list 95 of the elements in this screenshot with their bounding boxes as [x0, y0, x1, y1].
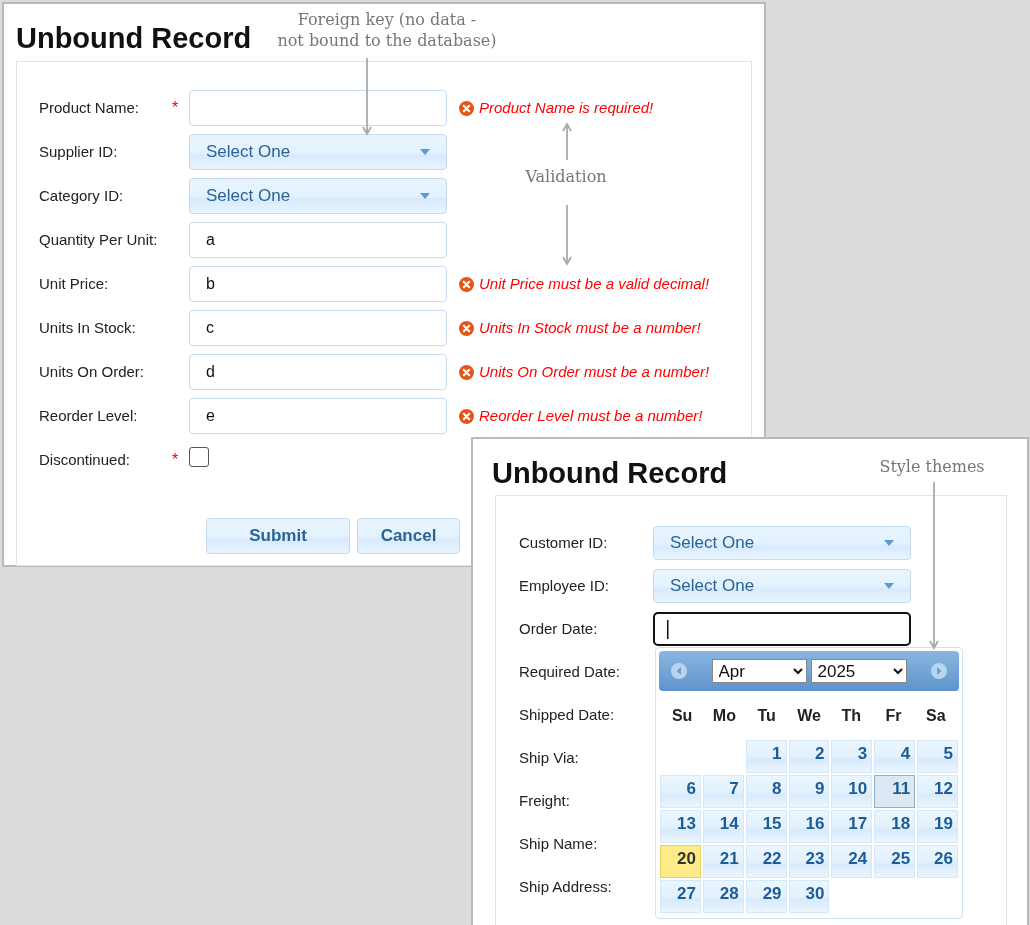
calendar-day[interactable]: 6: [660, 775, 701, 808]
calendar-day[interactable]: 13: [660, 810, 701, 843]
caret-icon: [420, 149, 430, 155]
calendar-day[interactable]: 10: [831, 775, 873, 808]
calendar-day[interactable]: 9: [788, 775, 830, 808]
annotation-arrow: [562, 124, 572, 160]
field-label: Quantity Per Unit:: [39, 229, 159, 250]
calendar-day[interactable]: 11: [874, 775, 916, 808]
calendar-day[interactable]: 12: [917, 775, 958, 808]
field-label: Reorder Level:: [39, 405, 139, 426]
caret-icon: [420, 193, 430, 199]
checkbox[interactable]: [189, 446, 209, 467]
field-label: Ship Address:: [519, 876, 613, 897]
field-label: Supplier ID:: [39, 141, 119, 162]
text-field[interactable]: b: [189, 266, 447, 302]
field-label: Required Date:: [519, 661, 621, 682]
annotation-arrow: [562, 205, 572, 264]
annotation-text: Validation: [524, 167, 608, 188]
calendar-day[interactable]: 27: [660, 880, 701, 913]
field-label: Shipped Date:: [519, 704, 616, 725]
field-label: Ship Via:: [519, 747, 580, 768]
calendar-day[interactable]: 1: [745, 740, 787, 773]
calendar-day[interactable]: 15: [745, 810, 787, 843]
calendar-day[interactable]: 8: [745, 775, 787, 808]
field-label: Employee ID:: [519, 575, 611, 596]
caret-icon: [884, 540, 894, 546]
field-label: Category ID:: [39, 185, 125, 206]
calendar-day[interactable]: 17: [831, 810, 873, 843]
error-message: Units On Order must be a number!: [479, 361, 710, 382]
error-icon: [459, 364, 474, 380]
calendar-day[interactable]: 19: [917, 810, 958, 843]
calendar-day[interactable]: 20: [660, 845, 701, 878]
form-title: Unbound Record: [491, 456, 728, 488]
calendar-day[interactable]: 4: [874, 740, 916, 773]
weekday-label: We: [796, 705, 822, 726]
text-field[interactable]: a: [189, 222, 447, 258]
calendar-day[interactable]: 16: [788, 810, 830, 843]
calendar-day[interactable]: 14: [702, 810, 744, 843]
weekday-label: Fr: [884, 705, 903, 726]
required-mark: *: [172, 451, 179, 468]
calendar-day[interactable]: 29: [745, 880, 787, 913]
calendar-day[interactable]: 30: [788, 880, 830, 913]
text-field[interactable]: d: [189, 354, 447, 390]
calendar-day[interactable]: 2: [788, 740, 830, 773]
weekday-label: Su: [670, 705, 694, 726]
calendar-day[interactable]: 3: [831, 740, 873, 773]
weekday-label: Th: [840, 705, 863, 726]
dropdown[interactable]: Select One: [189, 134, 447, 170]
annotation-text: Foreign key (no data - not bound to the database): [276, 10, 498, 52]
weekday-label: Tu: [756, 705, 777, 726]
calendar-day[interactable]: 22: [745, 845, 787, 878]
previous-icon[interactable]: [671, 663, 687, 679]
error-message: Product Name is required!: [479, 97, 654, 118]
text-field[interactable]: [653, 612, 911, 646]
form-title: Unbound Record: [15, 21, 252, 53]
error-message: Unit Price must be a valid decimal!: [479, 273, 710, 294]
required-mark: *: [172, 99, 179, 116]
error-message: Reorder Level must be a number!: [479, 405, 703, 426]
weekday-label: Mo: [711, 705, 737, 726]
month-select[interactable]: Apr: [711, 659, 807, 683]
error-icon: [459, 408, 474, 424]
field-label: Order Date:: [519, 618, 599, 639]
text-field[interactable]: e: [189, 398, 447, 434]
caret-icon: [884, 583, 894, 589]
field-label: Ship Name:: [519, 833, 599, 854]
text-field[interactable]: c: [189, 310, 447, 346]
dropdown[interactable]: Select One: [653, 526, 911, 560]
field-label: Freight:: [519, 790, 571, 811]
calendar-day[interactable]: 28: [702, 880, 744, 913]
annotation-text: Style themes: [878, 457, 986, 478]
field-label: Discontinued:: [39, 449, 131, 470]
field-label: Customer ID:: [519, 532, 609, 553]
field-label: Unit Price:: [39, 273, 110, 294]
calendar-day[interactable]: 18: [874, 810, 916, 843]
field-label: Product Name:: [39, 97, 141, 118]
submit-button[interactable]: Submit: [206, 518, 350, 554]
calendar-day[interactable]: 21: [702, 845, 744, 878]
calendar-day[interactable]: 5: [917, 740, 958, 773]
field-label: Units On Order:: [39, 361, 146, 382]
error-icon: [459, 276, 474, 292]
cancel-button[interactable]: Cancel: [357, 518, 460, 554]
field-label: Units In Stock:: [39, 317, 137, 338]
dropdown[interactable]: Select One: [653, 569, 911, 603]
year-select[interactable]: 2025: [810, 659, 907, 683]
calendar-day[interactable]: 23: [788, 845, 830, 878]
calendar-day[interactable]: 26: [917, 845, 958, 878]
calendar-day[interactable]: 25: [874, 845, 916, 878]
error-icon: [459, 320, 474, 336]
next-icon[interactable]: [931, 663, 947, 679]
calendar-day[interactable]: 7: [702, 775, 744, 808]
error-message: Units In Stock must be a number!: [479, 317, 701, 338]
dropdown[interactable]: Select One: [189, 178, 447, 214]
calendar-day[interactable]: 24: [831, 845, 873, 878]
error-icon: [459, 100, 474, 116]
weekday-label: Sa: [925, 705, 947, 726]
